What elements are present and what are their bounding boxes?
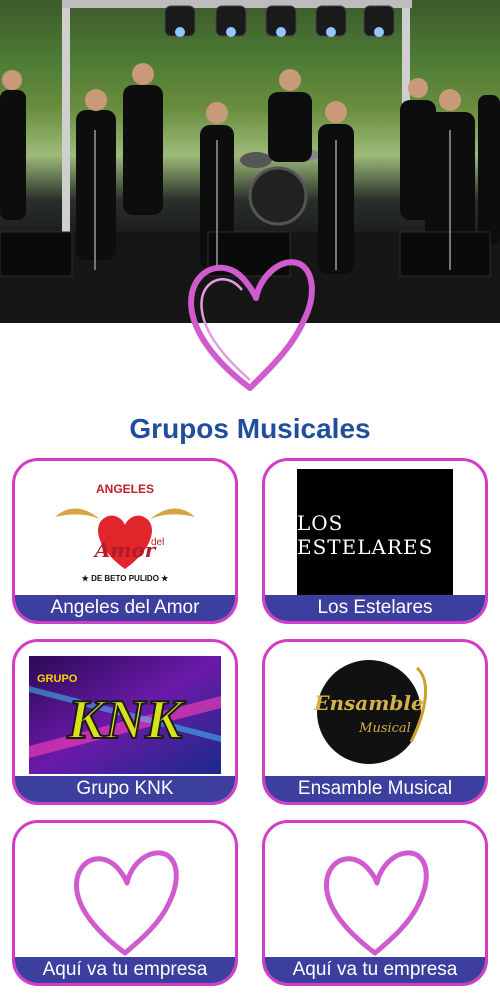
group-card-angeles-del-amor[interactable]: ANGELES del Amor ★ DE BETO PULIDO ★ Ange… <box>12 458 238 624</box>
angeles-del-amor-logo: ANGELES del Amor ★ DE BETO PULIDO ★ <box>45 469 205 587</box>
svg-text:Amor: Amor <box>93 538 157 562</box>
group-name[interactable]: Angeles del Amor <box>15 595 235 621</box>
group-name[interactable]: Aquí va tu empresa <box>265 957 485 983</box>
grupo-knk-logo: GRUPO KNK <box>29 656 221 774</box>
group-card-grupo-knk[interactable]: GRUPO KNK Grupo KNK <box>12 639 238 805</box>
group-card-placeholder[interactable]: Aquí va tu empresa <box>262 820 488 986</box>
group-card-placeholder[interactable]: Aquí va tu empresa <box>12 820 238 986</box>
svg-text:★ DE BETO PULIDO ★: ★ DE BETO PULIDO ★ <box>82 574 169 583</box>
group-name[interactable]: Ensamble Musical <box>265 776 485 802</box>
group-name[interactable]: Grupo KNK <box>15 776 235 802</box>
section-title: Grupos Musicales <box>129 413 371 444</box>
logo-text: LOS ESTELARES <box>297 511 434 559</box>
group-name[interactable]: Aquí va tu empresa <box>15 957 235 983</box>
svg-text:Ensamble: Ensamble <box>313 691 423 715</box>
group-name[interactable]: Los Estelares <box>265 595 485 621</box>
group-card-ensamble-musical[interactable]: Ensamble Musical Ensamble Musical <box>262 639 488 805</box>
ensamble-musical-logo: Ensamble Musical <box>299 650 451 774</box>
heart-icon <box>74 850 179 956</box>
group-card-los-estelares[interactable]: LOS ESTELARES Los Estelares <box>262 458 488 624</box>
heart-icon <box>324 850 429 956</box>
svg-text:KNK: KNK <box>66 689 186 751</box>
svg-text:Musical: Musical <box>358 721 411 736</box>
heart-icon <box>188 259 315 391</box>
svg-text:ANGELES: ANGELES <box>96 482 154 496</box>
los-estelares-logo: LOS ESTELARES <box>297 469 453 601</box>
svg-text:GRUPO: GRUPO <box>37 673 78 685</box>
